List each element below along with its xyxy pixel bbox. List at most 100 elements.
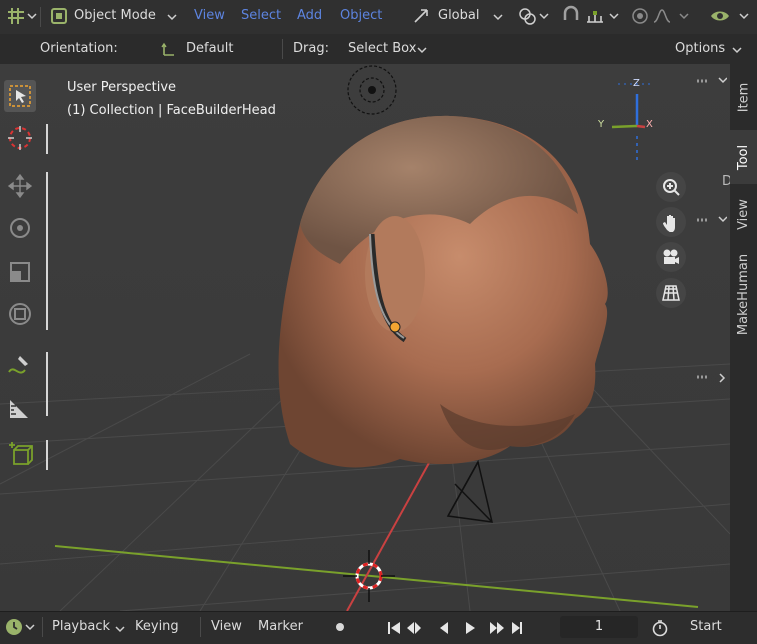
sidebar-grips[interactable] bbox=[697, 75, 727, 405]
collection-info: (1) Collection | FaceBuilderHead bbox=[67, 103, 276, 118]
camera-icon bbox=[663, 249, 679, 264]
view-name: User Perspective bbox=[67, 80, 177, 95]
tab-view-label: View bbox=[736, 198, 752, 230]
default-orientation-icon bbox=[161, 42, 174, 56]
chevron-down-icon bbox=[732, 47, 742, 54]
pivot-point-selector[interactable] bbox=[516, 4, 552, 28]
camera-view-button[interactable] bbox=[656, 242, 686, 272]
hand-icon bbox=[663, 215, 675, 232]
light-center bbox=[368, 86, 376, 94]
menu-view[interactable]: View bbox=[194, 4, 225, 28]
drag-setting-dropdown[interactable]: Select Box bbox=[348, 37, 430, 61]
pivot-icon bbox=[519, 8, 549, 25]
tab-makehuman-label: MakeHuman bbox=[736, 253, 752, 335]
move-icon bbox=[7, 173, 33, 199]
snap-increment-icon bbox=[587, 11, 619, 23]
rotate-icon bbox=[10, 218, 30, 238]
options-dropdown[interactable]: Options bbox=[675, 37, 747, 61]
mode-label: Object Mode bbox=[74, 8, 156, 23]
visibility-selector[interactable] bbox=[708, 4, 754, 28]
chevron-down-icon bbox=[115, 626, 125, 633]
timeline-header: Playback Keying View Marker 1 Start bbox=[0, 611, 757, 644]
pan-button[interactable] bbox=[656, 207, 686, 237]
editor-type-icon bbox=[8, 8, 37, 24]
annotate-tool[interactable] bbox=[4, 350, 36, 382]
tab-view[interactable]: View bbox=[730, 186, 757, 242]
grid-perspective-icon bbox=[662, 285, 680, 301]
menu-select[interactable]: Select bbox=[241, 4, 281, 28]
proportional-edit-toggle[interactable] bbox=[630, 4, 652, 28]
orientation-setting-dropdown[interactable]: Default bbox=[160, 37, 270, 61]
tab-makehuman[interactable]: MakeHuman bbox=[730, 244, 757, 344]
header-separator bbox=[40, 7, 41, 27]
chevron-down-icon bbox=[167, 14, 177, 21]
settings-separator bbox=[282, 39, 283, 59]
mode-selector[interactable]: Object Mode bbox=[48, 4, 180, 28]
timeline-separator bbox=[200, 617, 201, 637]
object-mode-icon bbox=[51, 8, 67, 24]
snap-toggle[interactable] bbox=[560, 4, 584, 28]
cursor-icon bbox=[8, 126, 32, 150]
zoom-button[interactable] bbox=[656, 172, 686, 202]
orientation-setting-label: Orientation: bbox=[40, 41, 118, 56]
viewport-scene bbox=[0, 65, 730, 611]
left-toolbar bbox=[0, 64, 48, 611]
falloff-curve-icon bbox=[653, 9, 689, 23]
clock-icon bbox=[6, 619, 35, 635]
start-frame-field[interactable]: Start bbox=[690, 619, 722, 634]
orientation-setting-value: Default bbox=[186, 41, 234, 56]
viewport-header: Object Mode View Select Add Object Globa… bbox=[0, 0, 757, 34]
playback-menu[interactable]: Playback bbox=[52, 619, 125, 634]
stopwatch-icon[interactable] bbox=[651, 619, 669, 637]
menu-object[interactable]: Object bbox=[340, 4, 382, 28]
gizmo-z-label[interactable]: Z bbox=[633, 78, 640, 89]
toolbar-separator bbox=[46, 124, 48, 154]
snap-target-selector[interactable] bbox=[584, 4, 624, 28]
gizmo-y-label[interactable]: Y bbox=[598, 119, 604, 130]
tab-tool[interactable]: Tool bbox=[730, 130, 757, 184]
playback-label: Playback bbox=[52, 619, 111, 634]
3d-viewport[interactable]: User Perspective (1) Collection | FaceBu… bbox=[0, 64, 730, 611]
transform-tool[interactable] bbox=[4, 298, 36, 330]
x-axis-line bbox=[54, 545, 699, 608]
chevron-down-icon bbox=[417, 47, 427, 54]
editor-type-button[interactable] bbox=[4, 4, 38, 28]
timeline-view-menu[interactable]: View bbox=[211, 619, 242, 634]
scale-tool[interactable] bbox=[4, 256, 36, 288]
toolbar-separator bbox=[46, 352, 48, 416]
transform-orientation-selector[interactable]: Global bbox=[412, 4, 504, 28]
measure-tool[interactable] bbox=[4, 392, 36, 424]
select-box-tool[interactable] bbox=[4, 80, 36, 112]
gizmo-x-label[interactable]: X bbox=[646, 119, 653, 130]
keying-menu[interactable]: Keying bbox=[135, 619, 179, 634]
transform-icon bbox=[9, 303, 31, 325]
proportional-falloff-selector[interactable] bbox=[650, 4, 694, 28]
autokey-record-icon[interactable] bbox=[334, 621, 346, 633]
annotate-icon bbox=[8, 356, 28, 374]
move-tool[interactable] bbox=[4, 170, 36, 202]
keying-label: Keying bbox=[135, 619, 179, 634]
eye-icon bbox=[711, 11, 749, 21]
menu-add[interactable]: Add bbox=[297, 4, 322, 28]
rotate-tool[interactable] bbox=[4, 212, 36, 244]
magnet-icon bbox=[563, 5, 579, 20]
tab-item[interactable]: Item bbox=[730, 66, 757, 128]
timeline-editor-type[interactable] bbox=[4, 617, 38, 641]
timeline-marker-menu[interactable]: Marker bbox=[258, 619, 303, 634]
tab-tool-label: Tool bbox=[735, 144, 751, 170]
measure-icon bbox=[10, 400, 28, 418]
camera-wireframe bbox=[446, 459, 493, 523]
select-box-icon bbox=[9, 85, 31, 107]
timeline-separator bbox=[42, 617, 43, 637]
add-cube-tool[interactable] bbox=[4, 438, 36, 470]
toolbar-separator bbox=[46, 440, 48, 470]
playback-controls[interactable] bbox=[386, 621, 536, 635]
perspective-toggle-button[interactable] bbox=[656, 278, 686, 308]
start-label: Start bbox=[690, 619, 722, 634]
drag-setting-label: Drag: bbox=[293, 41, 329, 56]
current-frame-field[interactable]: 1 bbox=[560, 616, 638, 638]
cursor-tool[interactable] bbox=[4, 122, 36, 154]
sidebar-tabs: Item Tool View MakeHuman bbox=[730, 64, 757, 611]
global-orientation-icon bbox=[414, 9, 428, 23]
face-builder-head bbox=[278, 115, 608, 468]
